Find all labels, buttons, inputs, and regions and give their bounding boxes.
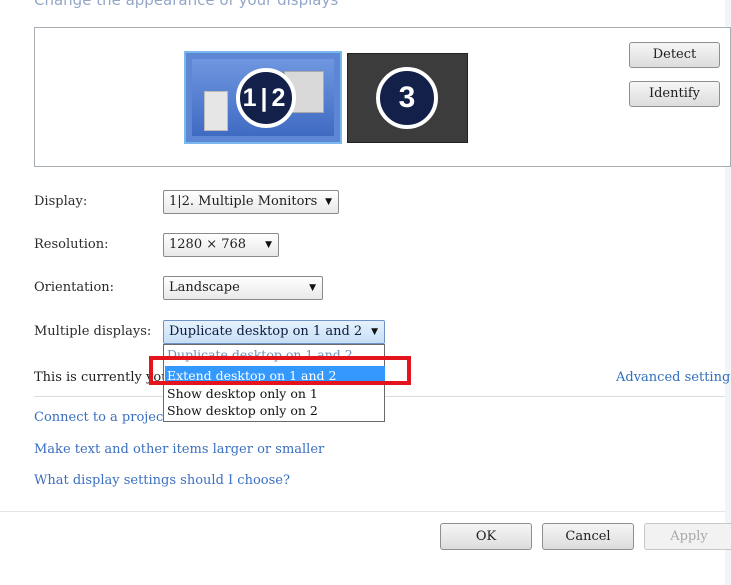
monitor-1-2-selected[interactable]: 1|2 <box>184 51 342 144</box>
monitor-screen: 1|2 <box>192 59 334 136</box>
multiple-displays-label: Multiple displays: <box>34 324 152 339</box>
connect-projector-link[interactable]: Connect to a projec <box>34 410 163 425</box>
display-select[interactable]: 1|2. Multiple Monitors ▼ <box>163 190 339 214</box>
chevron-down-icon: ▼ <box>371 327 378 337</box>
chevron-down-icon: ▼ <box>309 283 316 293</box>
resolution-select-value: 1280 × 768 <box>169 237 247 252</box>
page-heading: Change the appearance of your displays <box>34 0 339 9</box>
ok-button[interactable]: OK <box>440 523 532 550</box>
display-select-value: 1|2. Multiple Monitors <box>169 194 318 209</box>
identify-button[interactable]: Identify <box>629 81 720 107</box>
monitor-1-2-label: 1|2 <box>242 84 290 112</box>
resolution-label: Resolution: <box>34 237 109 252</box>
monitor-3-badge: 3 <box>376 67 438 129</box>
dropdown-option-show-only-1[interactable]: Show desktop only on 1 <box>167 386 318 401</box>
chevron-down-icon: ▼ <box>265 240 272 250</box>
display-settings-help-link[interactable]: What display settings should I choose? <box>34 473 290 488</box>
footer-divider <box>0 511 725 512</box>
multiple-displays-select[interactable]: Duplicate desktop on 1 and 2 ▼ <box>163 320 385 344</box>
detect-button[interactable]: Detect <box>629 42 720 68</box>
cancel-button[interactable]: Cancel <box>542 523 634 550</box>
window-thumbnail <box>204 91 228 131</box>
orientation-label: Orientation: <box>34 280 115 295</box>
apply-button[interactable]: Apply <box>644 523 731 550</box>
resolution-select[interactable]: 1280 × 768 ▼ <box>163 233 279 257</box>
multiple-displays-select-value: Duplicate desktop on 1 and 2 <box>169 324 363 339</box>
chevron-down-icon: ▼ <box>325 197 332 207</box>
advanced-settings-link[interactable]: Advanced settings <box>616 370 731 385</box>
dropdown-option-show-only-2[interactable]: Show desktop only on 2 <box>167 403 318 418</box>
monitor-3[interactable]: 3 <box>347 53 468 143</box>
display-label: Display: <box>34 194 88 209</box>
monitor-1-2-badge: 1|2 <box>236 68 296 128</box>
highlight-annotation-box <box>149 356 411 385</box>
orientation-select-value: Landscape <box>169 280 240 295</box>
orientation-select[interactable]: Landscape ▼ <box>163 276 323 300</box>
text-size-link[interactable]: Make text and other items larger or smal… <box>34 442 324 457</box>
